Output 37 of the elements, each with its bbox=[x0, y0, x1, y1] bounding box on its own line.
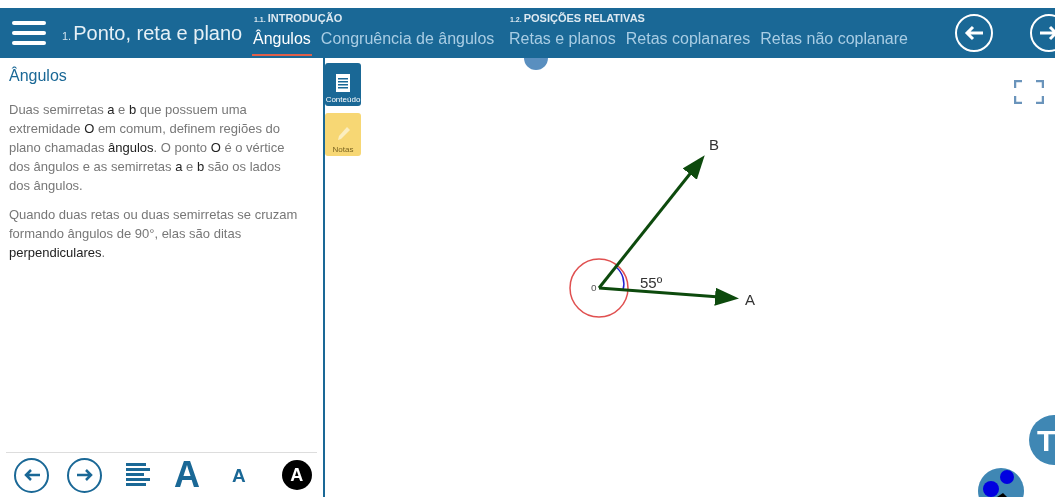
right-arrow-icon bbox=[1039, 25, 1055, 41]
text-align-icon[interactable] bbox=[126, 462, 150, 488]
topic-tab[interactable]: Retas e planos bbox=[508, 24, 617, 56]
section-title: INTRODUÇÃO bbox=[267, 11, 343, 26]
chapter-number: 1. bbox=[62, 29, 72, 44]
previous-button[interactable] bbox=[14, 457, 49, 493]
ray-label: B bbox=[709, 136, 719, 153]
paragraph: Quando duas retas ou duas semirretas se cruzam formando ângulos de 90°, elas são ditas perpendiculares. bbox=[9, 206, 299, 262]
menu-icon[interactable] bbox=[12, 20, 46, 46]
angle-arc bbox=[615, 266, 625, 291]
angle-label: 55º bbox=[640, 274, 663, 291]
right-arrow-icon bbox=[75, 468, 94, 482]
document-icon bbox=[336, 74, 350, 92]
next-button[interactable] bbox=[67, 457, 102, 493]
increase-font-button[interactable]: A bbox=[174, 457, 200, 493]
text-tool-button[interactable]: T bbox=[1029, 415, 1055, 465]
left-arrow-icon bbox=[964, 25, 984, 41]
topic-tab[interactable]: Retas coplanares bbox=[624, 24, 752, 56]
back-button[interactable] bbox=[955, 14, 993, 52]
section-title: POSIÇÕES RELATIVAS bbox=[523, 11, 645, 26]
contrast-button[interactable]: A bbox=[281, 460, 312, 490]
topic-tab[interactable]: Ângulos bbox=[252, 24, 312, 56]
vertex-label: o bbox=[591, 282, 597, 293]
paragraph: Duas semirretas a e b que possuem uma extremidade O em comum, definem regiões do plano chamadas ângulos. O ponto O é o vértice dos ângulos e as semirretas a e b são os lados dos ângulos. bbox=[9, 101, 286, 195]
content-title: Ângulos bbox=[9, 65, 68, 86]
pencil-icon bbox=[336, 124, 350, 142]
ray-label: A bbox=[745, 291, 755, 308]
side-tab[interactable]: Conteúdo bbox=[325, 63, 361, 106]
side-tab[interactable]: Notas bbox=[325, 113, 361, 156]
topic-tab[interactable]: Congruência de ângulos bbox=[319, 24, 496, 56]
left-arrow-icon bbox=[22, 468, 41, 482]
topic-tab[interactable]: Retas não coplanare bbox=[759, 24, 909, 56]
vertex-circle bbox=[569, 258, 629, 318]
fullscreen-icon[interactable] bbox=[1014, 80, 1044, 104]
decrease-font-button[interactable]: A bbox=[232, 465, 246, 485]
chapter-title: Ponto, reta e plano bbox=[73, 21, 243, 46]
app-logo-icon[interactable] bbox=[977, 467, 1025, 497]
